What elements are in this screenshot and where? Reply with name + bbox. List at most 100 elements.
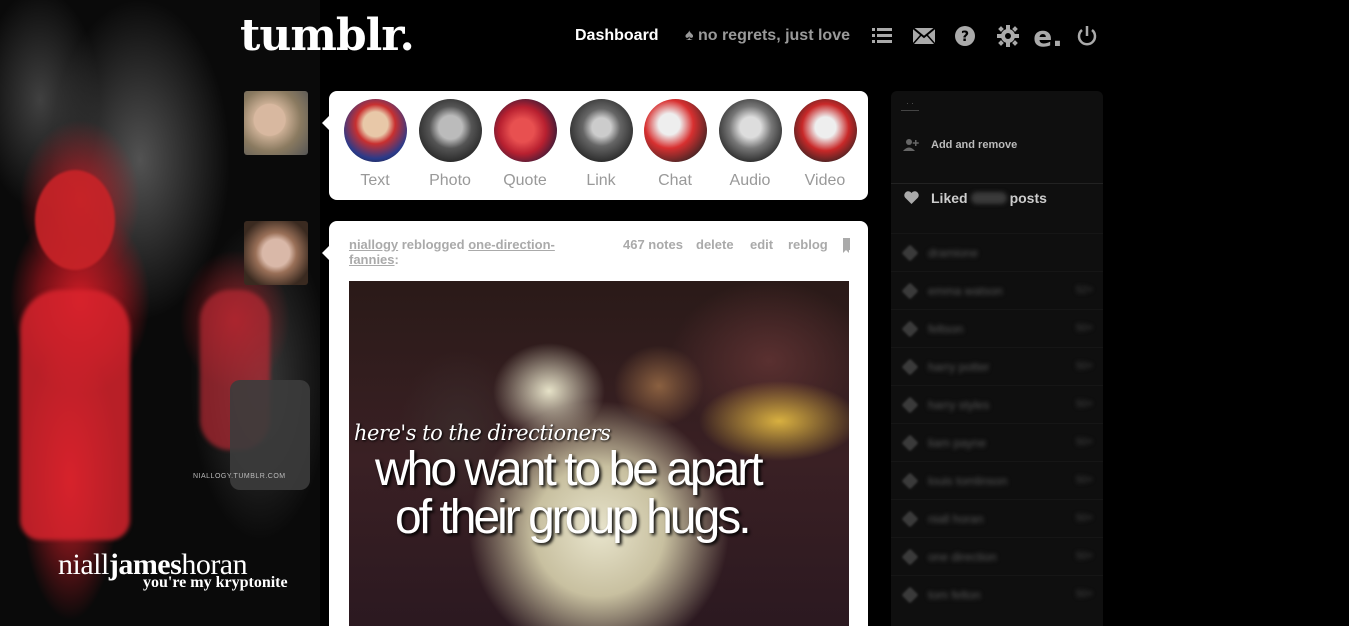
photo-caption-line2: who want to be apart [375,443,764,496]
reblog-button[interactable]: reblog [788,237,828,252]
photo-caption-line1: here's to the directioners [354,421,611,445]
tag-count: 50+ [1076,475,1093,486]
art-shape [35,170,115,270]
tag-count: 50+ [1076,589,1093,600]
avatar-pointer [322,116,329,130]
liked-prefix: Liked [931,189,968,206]
sidebar: · · Add and remove Liked posts dramione … [891,91,1103,626]
tag-name: one direction [928,549,997,564]
tag-icon [901,548,919,565]
tag-icon [901,282,919,299]
art-name-part1: niall [58,548,109,581]
tracked-tag[interactable]: tom felton 50+ [891,575,1103,613]
tag-name: liam payne [928,435,987,450]
tag-icon [901,472,919,489]
post-type-chat-icon [643,99,707,162]
list-icon[interactable] [870,24,894,48]
tag-count: 50+ [1076,323,1093,334]
tag-name: feltson [928,321,964,336]
heart-icon [903,190,919,206]
liked-posts-link[interactable]: Liked posts [891,183,1103,207]
tag-count: 52+ [1076,285,1093,296]
tracked-tag[interactable]: liam payne 50+ [891,423,1103,461]
tracked-tag[interactable]: dramione [891,233,1103,271]
post-colon: : [394,252,399,267]
art-watermark: NIALLOGY.TUMBLR.COM [193,473,286,480]
tag-count: 50+ [1076,399,1093,410]
power-icon[interactable] [1075,24,1099,48]
tag-name: louis tomlinson [928,473,1008,488]
tag-icon [901,586,919,603]
dashboard-link[interactable]: Dashboard [575,27,659,45]
liked-suffix: posts [1009,189,1047,206]
mail-icon[interactable] [912,24,936,48]
post-card: niallogy reblogged one-direction-fannies… [329,221,868,626]
tag-count: 50+ [1076,361,1093,372]
tag-name: tom felton [928,587,981,602]
tag-icon [901,434,919,451]
post-type-audio-icon [718,99,782,162]
tracked-tag[interactable]: feltson 50+ [891,309,1103,347]
post-type-audio[interactable]: Audio [718,99,782,190]
notes-count[interactable]: 467 notes [623,237,683,252]
delete-button[interactable]: delete [696,237,734,252]
bookmark-icon[interactable] [843,238,850,253]
edit-button[interactable]: edit [750,237,773,252]
post-type-link[interactable]: Link [569,99,633,190]
post-type-text-icon [343,99,407,162]
art-tagline: you're my kryptonite [143,574,288,591]
help-icon[interactable]: ? [953,24,977,48]
post-type-label: Quote [503,172,547,189]
tag-count: 50+ [1076,551,1093,562]
tracked-tag[interactable]: emma watson 52+ [891,271,1103,309]
tag-icon [901,510,919,527]
user-avatar[interactable] [244,91,308,155]
post-type-selector: Text Photo Quote Link Chat Audio Video [329,91,868,200]
tag-name: emma watson [928,283,1003,298]
post-action-text: reblogged [398,237,469,252]
add-user-icon [903,137,919,153]
post-type-label: Photo [429,172,471,189]
tracked-tag[interactable]: niall horan 50+ [891,499,1103,537]
post-type-video[interactable]: Video [793,99,857,190]
tag-count: 50+ [1076,513,1093,524]
tracked-tag[interactable]: harry potter 50+ [891,347,1103,385]
tag-name: dramione [928,245,979,260]
post-type-label: Text [360,172,390,189]
tag-name: harry styles [928,397,990,412]
post-type-photo-icon [418,99,482,162]
tracked-tag[interactable]: louis tomlinson 50+ [891,461,1103,499]
tag-icon [901,244,919,261]
post-type-link-icon [569,99,633,162]
e-icon[interactable]: e. [1033,20,1063,53]
add-remove-link[interactable]: Add and remove [891,134,1103,156]
post-author-avatar[interactable] [244,221,308,285]
svg-text:?: ? [961,29,969,45]
post-type-chat[interactable]: Chat [643,99,707,190]
tracked-tag[interactable]: harry styles 50+ [891,385,1103,423]
post-type-label: Chat [658,172,692,189]
blog-name-link[interactable]: ♠ no regrets, just love [685,27,850,45]
tag-icon [901,396,919,413]
post-photo[interactable]: here's to the directioners who want to b… [349,281,849,626]
tag-name: harry potter [928,359,990,374]
tag-icon [901,358,919,375]
liked-count-blurred [970,191,1007,204]
tumblr-logo[interactable]: tumblr. [240,10,415,61]
post-type-text[interactable]: Text [343,99,407,190]
post-author-link[interactable]: niallogy [349,237,398,252]
post-type-quote[interactable]: Quote [493,99,557,190]
tag-name: niall horan [928,511,984,526]
add-remove-label: Add and remove [931,139,1018,151]
post-type-label: Audio [729,172,771,189]
gear-icon[interactable] [996,24,1020,48]
tracked-tag[interactable]: one direction 50+ [891,537,1103,575]
post-type-video-icon [793,99,857,162]
photo-caption-line3: of their group hugs. [395,491,752,544]
art-shape [20,290,130,540]
post-reblog-info: niallogy reblogged one-direction-fannies… [349,237,569,267]
post-type-photo[interactable]: Photo [418,99,482,190]
post-type-quote-icon [493,99,557,162]
post-type-label: Link [586,172,616,189]
top-nav: Dashboard ♠ no regrets, just love [575,24,850,48]
